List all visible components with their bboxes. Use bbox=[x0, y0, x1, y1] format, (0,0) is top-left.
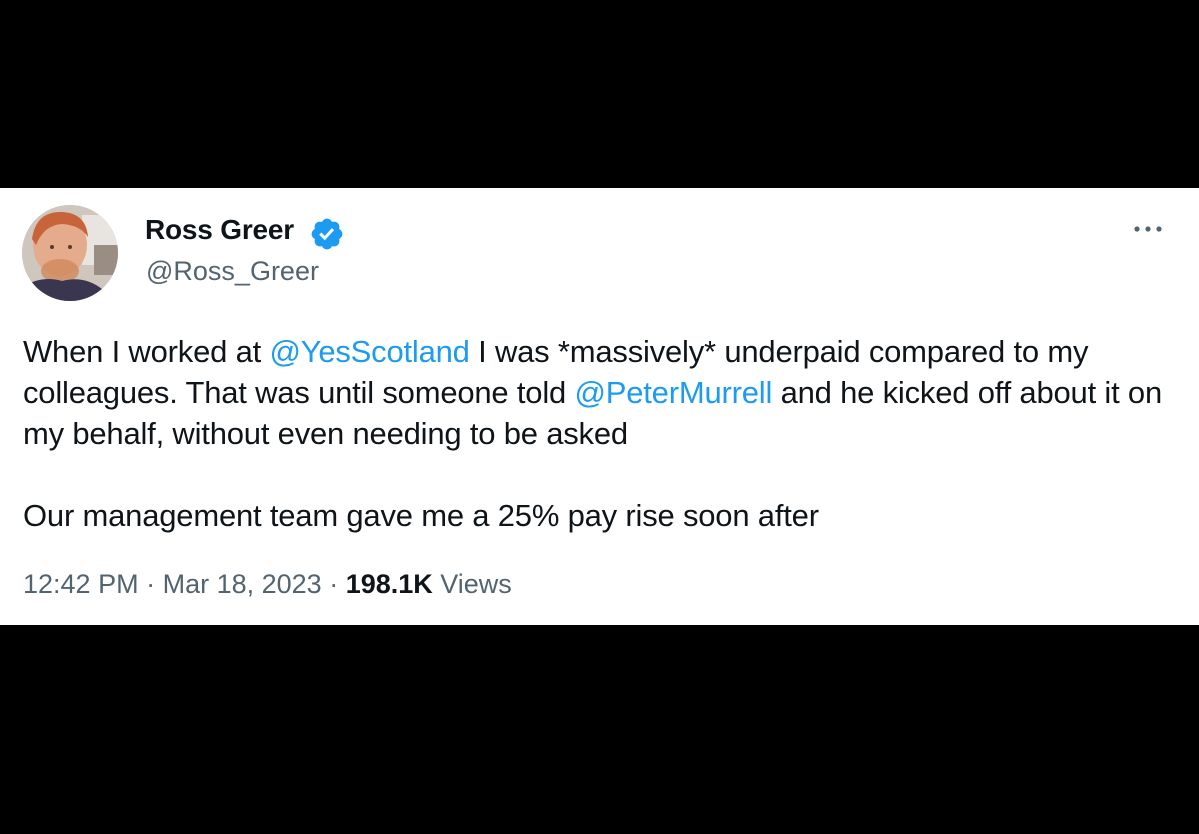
more-options-button[interactable] bbox=[1126, 215, 1170, 243]
views-count[interactable]: 198.1K bbox=[346, 569, 433, 599]
tweet-time-link[interactable]: 12:42 PM bbox=[23, 569, 139, 599]
display-name[interactable]: Ross Greer bbox=[145, 214, 294, 246]
profile-photo-icon bbox=[22, 205, 118, 301]
tweet-text: When I worked at @YesScotland I was *mas… bbox=[23, 331, 1183, 536]
mention-yesscotland-link[interactable]: @YesScotland bbox=[269, 334, 469, 369]
mention-petermurrell-link[interactable]: @PeterMurrell bbox=[574, 375, 772, 410]
meta-separator: · bbox=[138, 569, 163, 599]
avatar[interactable] bbox=[22, 205, 118, 301]
tweet-card: Ross Greer @Ross_Greer When I worked at … bbox=[0, 188, 1199, 625]
tweet-paragraph-1: When I worked at @YesScotland I was *mas… bbox=[23, 331, 1183, 454]
more-options-icon bbox=[1134, 226, 1162, 232]
views-label: Views bbox=[432, 569, 512, 599]
tweet-paragraph-2: Our management team gave me a 25% pay ri… bbox=[23, 498, 819, 533]
tweet-date-link[interactable]: Mar 18, 2023 bbox=[163, 569, 322, 599]
tweet-text-segment: When I worked at bbox=[23, 334, 270, 369]
tweet-meta: 12:42 PM · Mar 18, 2023 · 198.1K Views bbox=[23, 569, 512, 600]
verified-badge-icon[interactable] bbox=[309, 216, 345, 252]
meta-separator: · bbox=[321, 569, 346, 599]
handle[interactable]: @Ross_Greer bbox=[146, 256, 319, 287]
